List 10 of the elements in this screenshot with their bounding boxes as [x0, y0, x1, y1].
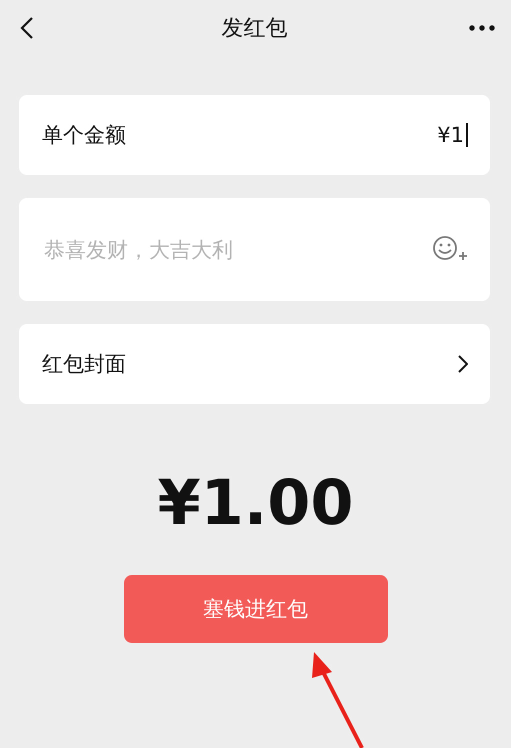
total-amount: ¥1.00 [157, 466, 354, 539]
more-icon [469, 25, 495, 31]
amount-field[interactable]: ¥1 [437, 123, 468, 147]
cover-row[interactable]: 红包封面 [19, 324, 490, 404]
cover-label: 红包封面 [42, 351, 126, 378]
back-icon [20, 16, 34, 40]
page-title: 发红包 [222, 15, 288, 43]
amount-label: 单个金额 [42, 122, 126, 149]
chevron-right-icon [458, 355, 468, 373]
message-field[interactable]: 恭喜发财，大吉大利 [42, 236, 432, 262]
